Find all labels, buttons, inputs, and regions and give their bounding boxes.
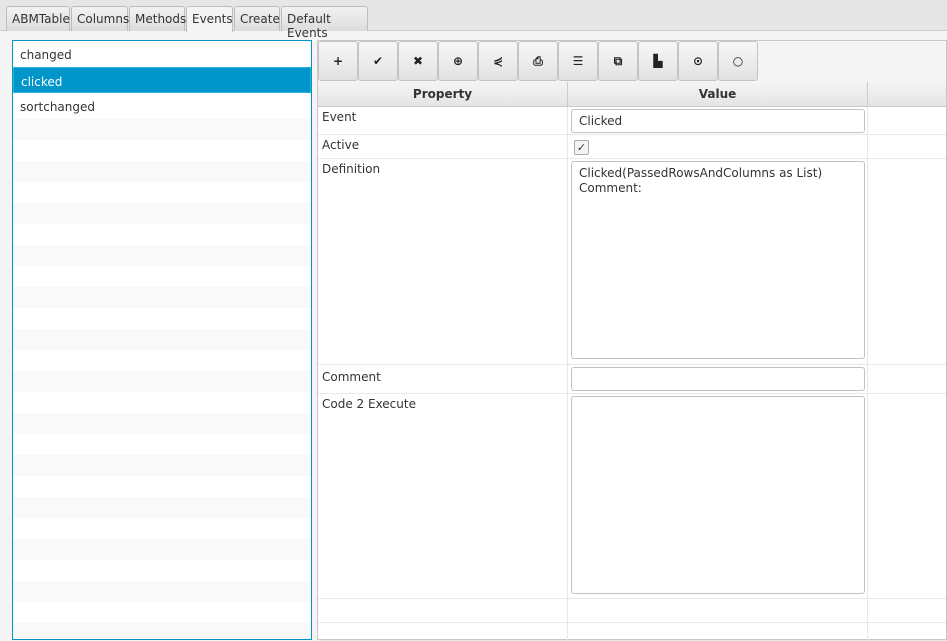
empty-row [13, 266, 311, 287]
tab-create[interactable]: Create [234, 6, 280, 31]
comment-label: Comment [318, 365, 568, 393]
empty-row [13, 413, 311, 434]
active-label: Active [318, 135, 568, 158]
times-icon: ✖ [412, 54, 424, 68]
empty-row [13, 308, 311, 329]
empty-row [13, 434, 311, 455]
code-textarea[interactable] [571, 396, 865, 594]
copy-button[interactable]: ⧉ [598, 41, 638, 81]
tab-abmtable[interactable]: ABMTable [6, 6, 70, 31]
header-property[interactable]: Property [318, 82, 568, 106]
empty-row [13, 329, 311, 350]
empty-row [13, 182, 311, 203]
empty-row [13, 455, 311, 476]
plus-button[interactable]: + [318, 41, 358, 81]
list-item-selected[interactable]: clicked [13, 67, 311, 93]
tab-bar: ABMTable Columns Methods Events Create D… [0, 0, 947, 40]
empty-row [13, 581, 311, 602]
list-icon: ☰ [572, 54, 584, 68]
dot-circle-button[interactable]: ⊙ [678, 41, 718, 81]
plus-icon: + [332, 54, 344, 68]
active-checkbox[interactable]: ✓ [574, 140, 589, 155]
circle-button[interactable]: ○ [718, 41, 758, 81]
tab-columns[interactable]: Columns [71, 6, 129, 31]
empty-row [13, 602, 311, 623]
event-label: Event [318, 107, 568, 134]
list-button[interactable]: ☰ [558, 41, 598, 81]
toolbar: + ✔ ✖ ⊕ ⋞ ⎙ ☰ ⧉ ▙ ⊙ ○ [318, 41, 946, 82]
plus-circle-icon: ⊕ [452, 54, 464, 68]
share-button[interactable]: ⋞ [478, 41, 518, 81]
comment-input[interactable] [571, 367, 865, 391]
empty-row [13, 539, 311, 560]
check-icon: ✔ [372, 54, 384, 68]
empty-row [13, 119, 311, 140]
tab-events[interactable]: Events [186, 6, 233, 32]
properties-panel: + ✔ ✖ ⊕ ⋞ ⎙ ☰ ⧉ ▙ ⊙ ○ Property Value Event Clicked… [317, 40, 947, 641]
list-item[interactable]: changed [13, 41, 311, 67]
empty-row [13, 287, 311, 308]
copy-icon: ⧉ [613, 53, 623, 68]
empty-row [13, 476, 311, 497]
empty-row [13, 497, 311, 518]
header-value[interactable]: Value [568, 82, 868, 106]
empty-row [13, 518, 311, 539]
empty-row [13, 392, 311, 413]
header-empty [868, 82, 946, 106]
check-button[interactable]: ✔ [358, 41, 398, 81]
events-list[interactable]: changed clicked sortchanged [12, 40, 312, 640]
print-icon: ⎙ [533, 53, 543, 68]
code-label: Code 2 Execute [318, 394, 568, 598]
share-icon: ⋞ [492, 54, 504, 68]
empty-row [13, 350, 311, 371]
empty-row [13, 224, 311, 245]
print-button[interactable]: ⎙ [518, 41, 558, 81]
property-grid: Property Value Event Clicked Active ✓ De… [318, 82, 946, 641]
plus-circle-button[interactable]: ⊕ [438, 41, 478, 81]
paste-icon: ▙ [653, 54, 663, 68]
paste-button[interactable]: ▙ [638, 41, 678, 81]
tab-methods[interactable]: Methods [129, 6, 186, 31]
definition-textarea[interactable]: Clicked(PassedRowsAndColumns as List) Co… [571, 161, 865, 359]
list-item[interactable]: sortchanged [13, 93, 311, 119]
empty-row [13, 371, 311, 392]
empty-row [13, 161, 311, 182]
definition-label: Definition [318, 159, 568, 364]
dot-circle-icon: ⊙ [692, 54, 704, 68]
circle-icon: ○ [732, 54, 744, 68]
event-input[interactable]: Clicked [571, 109, 865, 133]
times-button[interactable]: ✖ [398, 41, 438, 81]
empty-row [13, 623, 311, 639]
empty-row [13, 203, 311, 224]
empty-row [13, 245, 311, 266]
empty-row [13, 140, 311, 161]
empty-row [13, 560, 311, 581]
tab-default-events[interactable]: Default Events [281, 6, 368, 40]
